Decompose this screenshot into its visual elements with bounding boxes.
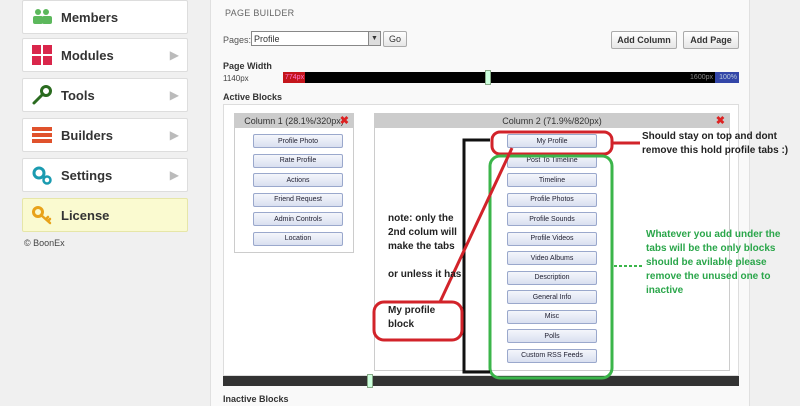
block-item[interactable]: Actions <box>253 173 343 187</box>
sidebar-item-license[interactable]: License <box>22 198 188 232</box>
column-title: Column 1 (28.1%/320px) <box>244 116 344 126</box>
page-width-slider[interactable]: 774px 1600px 100% <box>283 70 739 85</box>
go-button[interactable]: Go <box>383 31 407 47</box>
column-1[interactable]: Column 1 (28.1%/320px) ✖ Profile Photo Ra… <box>234 113 354 253</box>
block-item[interactable]: Description <box>507 270 597 285</box>
block-item[interactable]: Profile Sounds <box>507 212 597 226</box>
sidebar: Members Modules ▶ Tools ▶ Builders ▶ Set… <box>0 0 200 406</box>
copyright-text: © BoonEx <box>24 238 65 248</box>
annotation-line: 2nd colum will <box>388 227 457 238</box>
wrench-icon <box>31 84 53 106</box>
page-width-value: 1140px <box>223 74 249 83</box>
block-item[interactable]: Profile Photos <box>507 192 597 207</box>
sidebar-item-label: Builders <box>61 127 114 143</box>
pages-label: Pages: <box>223 35 252 45</box>
sidebar-item-members[interactable]: Members <box>22 0 188 34</box>
builders-icon <box>31 124 53 146</box>
block-item[interactable]: Profile Photo <box>253 134 343 148</box>
active-blocks-label: Active Blocks <box>223 92 283 102</box>
sidebar-item-tools[interactable]: Tools ▶ <box>22 78 188 112</box>
slider-percent-label: 100% <box>715 72 739 83</box>
block-annotation: My profile block <box>388 305 436 330</box>
middle-annotation: note: only the 2nd colum will make the t… <box>388 212 498 282</box>
pages-select[interactable]: Profile ▼ <box>251 31 381 46</box>
block-item[interactable]: Location <box>253 231 343 246</box>
annotation-line: note: only the <box>388 213 454 224</box>
chevron-right-icon: ▶ <box>169 88 179 102</box>
modules-icon <box>31 44 53 66</box>
slider-max-label: 1600px <box>690 74 713 81</box>
slider-min-label: 774px <box>283 72 305 83</box>
block-item[interactable]: Video Albums <box>507 251 597 265</box>
block-item[interactable]: Admin Controls <box>253 212 343 226</box>
sidebar-item-label: License <box>61 207 110 223</box>
annotation-line: make the tabs <box>388 241 455 252</box>
column-title: Column 2 (71.9%/820px) <box>502 116 602 126</box>
chevron-right-icon: ▶ <box>169 128 179 142</box>
members-icon <box>31 6 53 28</box>
annotation-line: or unless it has <box>388 269 462 280</box>
block-item[interactable]: My Profile <box>507 134 597 148</box>
dropdown-arrow-icon[interactable]: ▼ <box>368 32 380 45</box>
block-item[interactable]: Profile Videos <box>507 231 597 246</box>
sidebar-item-label: Settings <box>61 167 113 183</box>
slider-handle[interactable] <box>485 70 491 85</box>
top-annotation: Should stay on top and dont remove this … <box>642 131 789 156</box>
block-item[interactable]: Post To Timeline <box>507 153 597 168</box>
chevron-right-icon: ▶ <box>169 168 179 182</box>
sidebar-item-builders[interactable]: Builders ▶ <box>22 118 188 152</box>
add-column-button[interactable]: Add Column <box>611 31 677 49</box>
block-item[interactable]: Rate Profile <box>253 153 343 168</box>
block-item[interactable]: General Info <box>507 290 597 304</box>
gears-icon <box>31 164 53 186</box>
key-icon <box>31 204 53 226</box>
block-item[interactable]: Misc <box>507 309 597 324</box>
sidebar-item-label: Members <box>61 9 119 25</box>
annotation-line <box>388 254 498 268</box>
resize-slider[interactable] <box>223 374 739 388</box>
sidebar-item-modules[interactable]: Modules ▶ <box>22 38 188 72</box>
add-page-button[interactable]: Add Page <box>683 31 739 49</box>
block-item[interactable]: Timeline <box>507 173 597 187</box>
sidebar-item-label: Modules <box>61 47 114 63</box>
green-annotation: Whatever you add under the tabs will be … <box>646 229 781 296</box>
sidebar-item-label: Tools <box>61 87 95 103</box>
page-title: PAGE BUILDER <box>225 8 295 18</box>
sidebar-item-settings[interactable]: Settings ▶ <box>22 158 188 192</box>
chevron-right-icon: ▶ <box>169 48 179 62</box>
page-builder-panel: PAGE BUILDER Pages: Profile ▼ Go Add Col… <box>210 0 750 406</box>
close-icon[interactable]: ✖ <box>716 114 725 128</box>
pages-select-value: Profile <box>254 33 280 44</box>
slider-handle[interactable] <box>367 374 373 388</box>
column-header[interactable]: Column 1 (28.1%/320px) ✖ <box>235 114 353 128</box>
close-icon[interactable]: ✖ <box>340 114 349 128</box>
page-width-label: Page Width <box>223 61 272 71</box>
block-item[interactable]: Custom RSS Feeds <box>507 348 597 363</box>
column-header[interactable]: Column 2 (71.9%/820px) ✖ <box>375 114 729 128</box>
block-item[interactable]: Friend Request <box>253 192 343 207</box>
block-item[interactable]: Polls <box>507 329 597 343</box>
inactive-blocks-label: Inactive Blocks <box>223 394 289 404</box>
